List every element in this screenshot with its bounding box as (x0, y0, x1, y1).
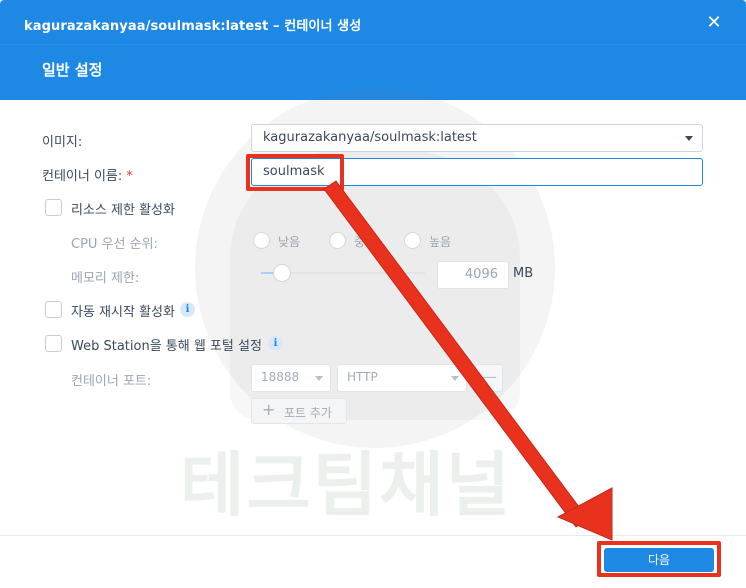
required-mark: * (126, 169, 133, 184)
add-port-label: 포트 추가 (284, 406, 332, 420)
chevron-down-icon (315, 376, 323, 381)
memory-value: 4096 (464, 267, 498, 282)
web-station-label: Web Station을 통해 웹 포털 설정 (71, 339, 262, 354)
watermark-text: 테크팀채널 (180, 444, 512, 526)
web-station-checkbox[interactable] (45, 335, 62, 352)
dialog-title: kagurazakanyaa/soulmask:latest – 컨테이너 생성 (24, 19, 362, 34)
memory-slider-thumb[interactable] (272, 264, 291, 282)
cpu-radio-high[interactable] (404, 232, 421, 249)
dialog-header: kagurazakanyaa/soulmask:latest – 컨테이너 생성… (0, 0, 746, 100)
container-name-label: 컨테이너 이름: * (42, 165, 133, 184)
protocol-value: HTTP (347, 370, 378, 384)
cpu-radio-low[interactable] (253, 232, 270, 249)
create-container-dialog: kagurazakanyaa/soulmask:latest – 컨테이너 생성… (0, 0, 746, 588)
memory-value-input[interactable]: 4096 (437, 261, 509, 289)
image-label: 이미지: (42, 135, 83, 150)
footer-divider (0, 535, 746, 536)
cpu-radio-medium-label: 중간 (354, 235, 377, 249)
cpu-priority-label: CPU 우선 순위: (71, 237, 158, 252)
protocol-select[interactable]: HTTP (337, 364, 467, 392)
image-select-value: kagurazakanyaa/soulmask:latest (263, 130, 477, 145)
chevron-down-icon (685, 136, 693, 141)
resource-limit-checkbox[interactable] (45, 199, 62, 216)
resource-limit-label: 리소스 제한 활성화 (71, 203, 175, 218)
container-name-label-text: 컨테이너 이름: (42, 169, 123, 184)
image-select[interactable]: kagurazakanyaa/soulmask:latest (251, 124, 703, 152)
cpu-radio-medium[interactable] (329, 232, 346, 249)
remove-port-button[interactable]: — (475, 364, 503, 392)
chevron-down-icon (451, 376, 459, 381)
auto-restart-label: 자동 재시작 활성화 (71, 305, 175, 320)
auto-restart-checkbox[interactable] (45, 301, 62, 318)
container-port-label: 컨테이너 포트: (71, 374, 152, 389)
header-divider (0, 44, 746, 45)
info-icon[interactable]: i (268, 336, 283, 351)
port-select[interactable]: 18888 (251, 364, 331, 392)
section-title: 일반 설정 (42, 61, 103, 79)
info-icon[interactable]: i (180, 302, 195, 317)
add-port-button[interactable]: + 포트 추가 (251, 398, 347, 424)
highlight-box-container-name (246, 154, 344, 191)
cpu-radio-low-label: 낮음 (278, 235, 301, 249)
close-icon[interactable]: ✕ (704, 12, 724, 34)
memory-unit: MB (513, 266, 534, 281)
port-value: 18888 (261, 370, 300, 384)
plus-icon: + (262, 400, 276, 419)
cpu-radio-high-label: 높음 (429, 235, 452, 249)
highlight-box-next-button (597, 541, 721, 577)
memory-limit-label: 메모리 제한: (71, 271, 140, 286)
